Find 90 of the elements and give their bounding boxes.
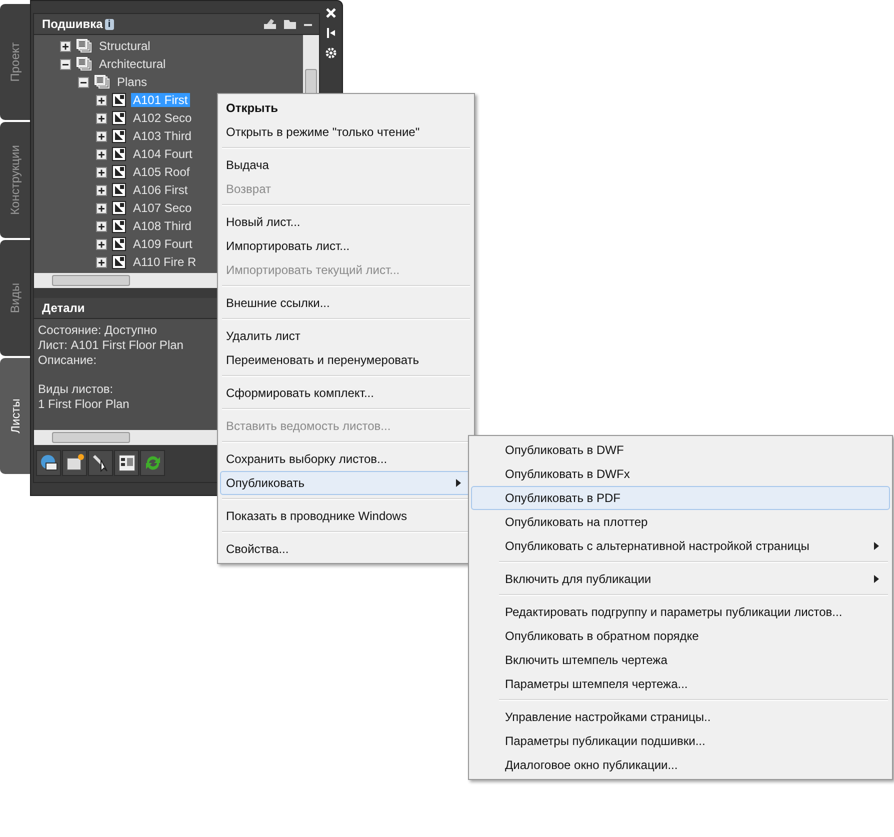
- menu-item[interactable]: Свойства...: [220, 537, 472, 561]
- close-icon[interactable]: [325, 7, 337, 19]
- tree-item[interactable]: A102 Seco: [131, 111, 194, 125]
- menu-item[interactable]: Включить штемпель чертежа: [471, 648, 890, 672]
- details-title: Детали: [42, 301, 85, 315]
- tree-item[interactable]: A108 Third: [131, 219, 194, 233]
- sheet-icon: [112, 111, 126, 125]
- expand-icon[interactable]: [96, 94, 107, 106]
- expand-icon[interactable]: [96, 148, 107, 160]
- detail-line: Состояние: Доступно: [38, 323, 157, 338]
- folder-icon[interactable]: [283, 18, 297, 30]
- refresh-icon: [144, 454, 162, 472]
- menu-item[interactable]: Опубликовать на плоттер: [471, 510, 890, 534]
- menu-item[interactable]: Опубликовать в обратном порядке: [471, 624, 890, 648]
- menu-item[interactable]: Сформировать комплект...: [220, 381, 472, 405]
- sheet-icon: [112, 255, 126, 269]
- menu-item[interactable]: Внешние ссылки...: [220, 291, 472, 315]
- menu-item[interactable]: Параметры публикации подшивки...: [471, 729, 890, 753]
- sheet-icon: [112, 147, 126, 161]
- expand-icon[interactable]: [96, 184, 107, 196]
- sheet-star-icon: [66, 454, 84, 472]
- tree-item[interactable]: Structural: [97, 39, 152, 53]
- menu-item[interactable]: Опубликовать в DWFx: [471, 462, 890, 486]
- sheet-icon: [112, 219, 126, 233]
- sheet-icon: [112, 237, 126, 251]
- menu-item[interactable]: Открыть в режиме "только чтение": [220, 120, 472, 144]
- cursor-icon: [92, 454, 110, 472]
- side-tab[interactable]: Проект: [0, 4, 30, 120]
- sheet-icon: [112, 129, 126, 143]
- side-tab[interactable]: Листы: [0, 358, 30, 474]
- tree-item[interactable]: Architectural: [97, 57, 168, 71]
- sheet-stack-icon: [76, 39, 92, 53]
- expand-icon[interactable]: [96, 112, 107, 124]
- refresh-button[interactable]: [140, 450, 165, 476]
- expand-icon[interactable]: [60, 40, 71, 52]
- menu-item[interactable]: Новый лист...: [220, 210, 472, 234]
- sheet-list-button[interactable]: [114, 450, 139, 476]
- tree-item[interactable]: Plans: [115, 75, 150, 89]
- menu-item[interactable]: Диалоговое окно публикации...: [471, 753, 890, 777]
- side-tab[interactable]: Виды: [0, 240, 30, 356]
- menu-item[interactable]: Выдача: [220, 153, 472, 177]
- collapse-icon[interactable]: [60, 58, 71, 70]
- expand-icon[interactable]: [96, 202, 107, 214]
- publish-button[interactable]: [36, 450, 61, 476]
- globe-printer-icon: [40, 454, 58, 472]
- sheet-stack-icon: [94, 75, 110, 89]
- menu-item[interactable]: Опубликовать в DWF: [471, 438, 890, 462]
- expand-icon[interactable]: [96, 130, 107, 142]
- menu-item[interactable]: Параметры штемпеля чертежа...: [471, 672, 890, 696]
- tree-item[interactable]: A106 First: [131, 183, 190, 197]
- select-button[interactable]: [88, 450, 113, 476]
- menu-item[interactable]: Редактировать подгруппу и параметры публикации листов...: [471, 600, 890, 624]
- settings-icon[interactable]: [325, 47, 337, 59]
- sheet-icon: [112, 93, 126, 107]
- sheet-icon: [112, 201, 126, 215]
- tree-item[interactable]: A105 Roof: [131, 165, 192, 179]
- info-badge[interactable]: i: [104, 18, 114, 30]
- side-tab[interactable]: Конструкции: [0, 122, 30, 238]
- detail-line: Описание:: [38, 353, 97, 368]
- menu-item[interactable]: Открыть: [220, 96, 472, 120]
- sheet-icon: [112, 183, 126, 197]
- sheet-stack-icon: [76, 57, 92, 71]
- table-icon: [118, 454, 136, 472]
- sheet-icon: [112, 165, 126, 179]
- expand-icon[interactable]: [96, 220, 107, 232]
- menu-item[interactable]: Сохранить выборку листов...: [220, 447, 472, 471]
- menu-item[interactable]: Показать в проводнике Windows: [220, 504, 472, 528]
- print-icon[interactable]: [263, 18, 277, 30]
- menu-item[interactable]: Импортировать лист...: [220, 234, 472, 258]
- expand-icon[interactable]: [96, 256, 107, 268]
- tree-item[interactable]: A107 Seco: [131, 201, 194, 215]
- menu-item[interactable]: Управление настройками страницы..: [471, 705, 890, 729]
- sheet-set-title: Подшивка: [42, 17, 103, 31]
- menu-item[interactable]: Опубликовать в PDF: [471, 486, 890, 510]
- tree-item[interactable]: A109 Fourt: [131, 237, 194, 251]
- tree-item[interactable]: A110 Fire R: [131, 255, 198, 269]
- tree-item[interactable]: A103 Third: [131, 129, 194, 143]
- tree-item[interactable]: A104 Fourt: [131, 147, 194, 161]
- detail-line: Виды листов:: [38, 382, 114, 397]
- expand-icon[interactable]: [96, 166, 107, 178]
- menu-item[interactable]: Удалить лист: [220, 324, 472, 348]
- pin-icon[interactable]: [325, 27, 337, 39]
- detail-line: Лист: A101 First Floor Plan: [38, 338, 184, 353]
- new-view-button[interactable]: [62, 450, 87, 476]
- menu-item[interactable]: Переименовать и перенумеровать: [220, 348, 472, 372]
- menu-item[interactable]: Опубликовать с альтернативной настройкой страницы: [471, 534, 890, 558]
- collapse-icon[interactable]: [78, 76, 89, 88]
- detail-line: 1 First Floor Plan: [38, 397, 130, 412]
- menu-item[interactable]: Включить для публикации: [471, 567, 890, 591]
- expand-icon[interactable]: [96, 238, 107, 250]
